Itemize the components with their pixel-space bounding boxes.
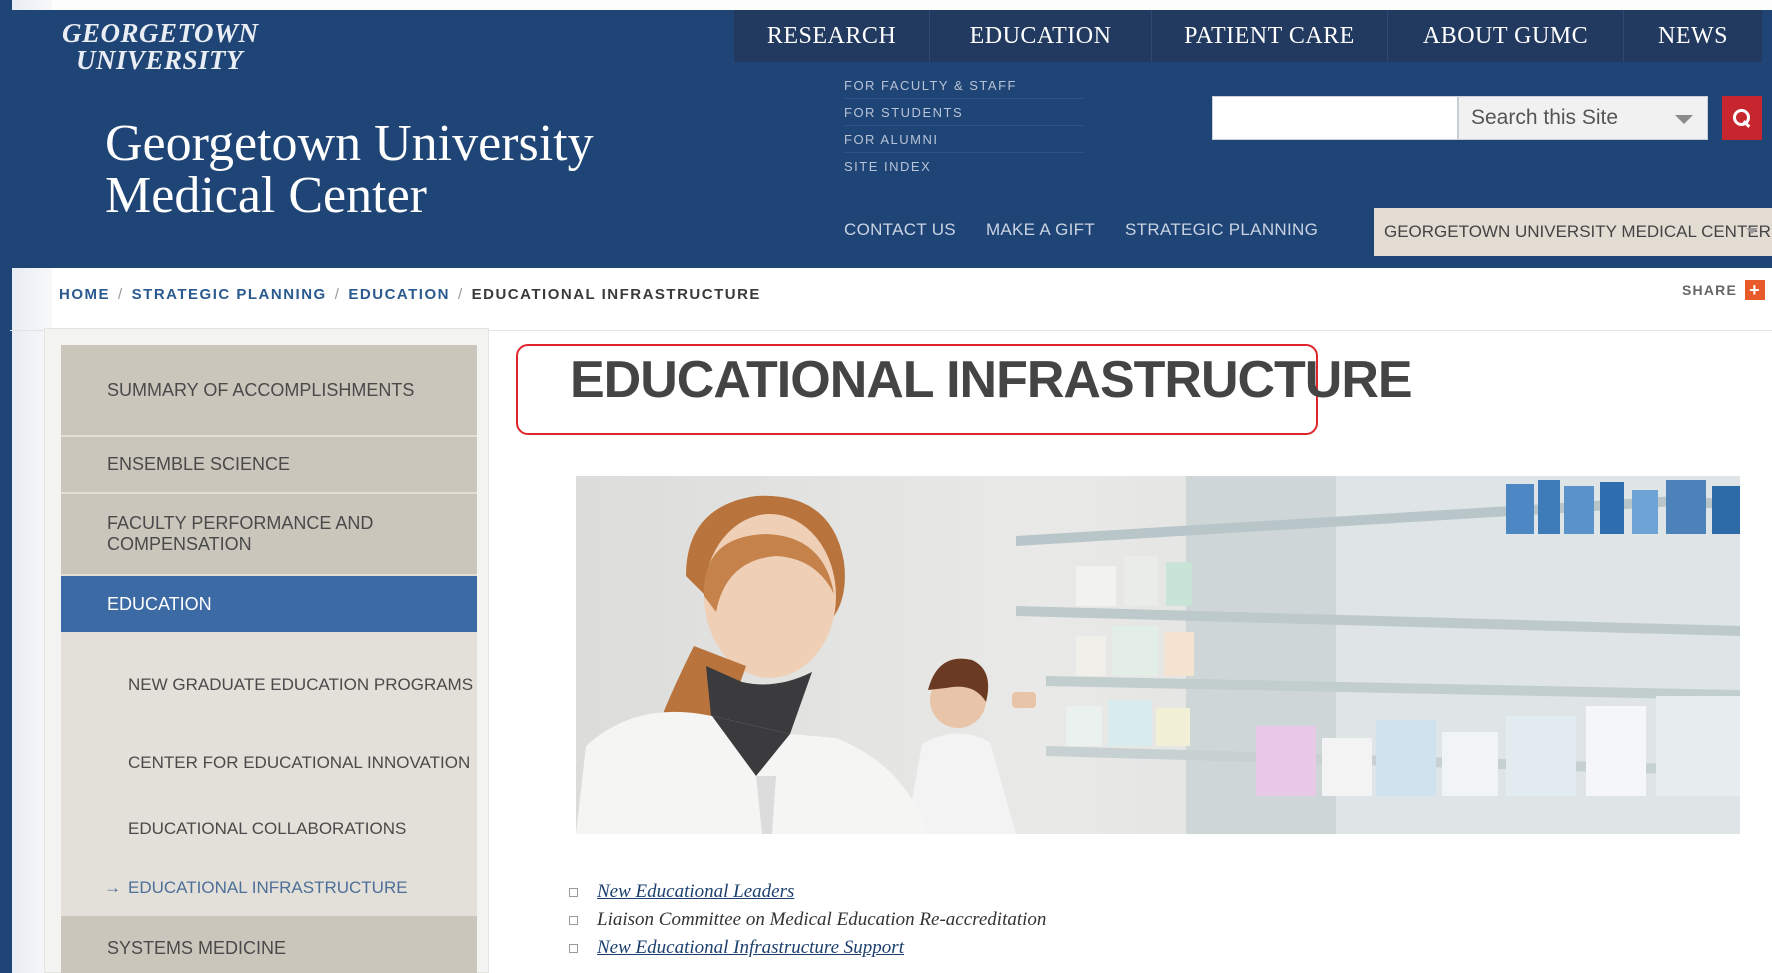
bullet-icon (569, 887, 578, 897)
top-strip (0, 0, 1772, 10)
nav-research[interactable]: RESEARCH (734, 10, 930, 62)
chevron-down-icon (1746, 228, 1758, 234)
education-links-list: New Educational Leaders Liaison Committe… (568, 878, 1268, 962)
search-button[interactable] (1722, 96, 1762, 140)
site-selector-label: GEORGETOWN UNIVERSITY MEDICAL CENTER (1384, 222, 1771, 241)
sidebar-nav: SUMMARY OF ACCOMPLISHMENTS ENSEMBLE SCIE… (61, 345, 477, 973)
breadcrumb-home[interactable]: HOME (59, 286, 110, 303)
hero-illustration (576, 476, 1740, 834)
list-item: New Educational Leaders (568, 878, 1268, 906)
nav-education[interactable]: EDUCATION (930, 10, 1152, 62)
utility-site-index[interactable]: SITE INDEX (844, 153, 1084, 180)
sidebar-item-ensemble-science[interactable]: ENSEMBLE SCIENCE (61, 437, 477, 494)
sidebar-item-systems-medicine[interactable]: SYSTEMS MEDICINE (61, 916, 477, 973)
search-input[interactable] (1212, 96, 1458, 140)
list-item: Liaison Committee on Medical Education R… (568, 906, 1268, 934)
top-navigation: RESEARCH EDUCATION PATIENT CARE ABOUT GU… (734, 10, 1762, 62)
nav-news[interactable]: NEWS (1624, 10, 1762, 62)
site-title-line-1: Georgetown University (105, 115, 594, 172)
search-scope-select[interactable]: Search this Site (1458, 96, 1708, 140)
quick-links: CONTACT US MAKE A GIFT STRATEGIC PLANNIN… (844, 220, 1318, 240)
nav-patient-care[interactable]: PATIENT CARE (1152, 10, 1388, 62)
breadcrumb-separator: / (457, 286, 464, 303)
text-lcme-reaccreditation: Liaison Committee on Medical Education R… (597, 909, 1047, 930)
georgetown-logo[interactable]: GEORGETOWN UNIVERSITY (62, 20, 259, 74)
nav-about-gumc[interactable]: ABOUT GUMC (1388, 10, 1624, 62)
logo-line-1: GEORGETOWN (62, 18, 259, 48)
breadcrumb-separator: / (334, 286, 341, 303)
sidebar-subitem-label: EDUCATIONAL INFRASTRUCTURE (128, 877, 408, 897)
sidebar-item-education[interactable]: EDUCATION (61, 576, 477, 634)
bullet-icon (569, 915, 578, 925)
site-title-line-2: Medical Center (105, 167, 427, 224)
search-icon (1733, 109, 1751, 127)
share-label: SHARE (1682, 282, 1738, 298)
breadcrumb-separator: / (118, 286, 124, 303)
breadcrumb: HOME / STRATEGIC PLANNING / EDUCATION / … (59, 286, 761, 303)
link-new-educational-leaders[interactable]: New Educational Leaders (597, 881, 794, 903)
sidebar-subitem-educational-infrastructure[interactable]: → EDUCATIONAL INFRASTRUCTURE (61, 858, 477, 916)
chevron-down-icon (1675, 115, 1693, 124)
sidebar-subitem-educational-collaborations[interactable]: EDUCATIONAL COLLABORATIONS (61, 798, 477, 858)
arrow-right-icon: → (104, 878, 121, 897)
link-new-educational-infrastructure-support[interactable]: New Educational Infrastructure Support (597, 937, 904, 959)
breadcrumb-strategic-planning[interactable]: STRATEGIC PLANNING (132, 286, 327, 303)
plus-icon: + (1745, 280, 1766, 300)
search-scope-label: Search this Site (1471, 106, 1619, 129)
utility-students[interactable]: FOR STUDENTS (844, 99, 1084, 126)
breadcrumb-current: EDUCATIONAL INFRASTRUCTURE (471, 286, 761, 303)
sidebar-subitem-center-educational-innovation[interactable]: CENTER FOR EDUCATIONAL INNOVATION (61, 726, 477, 798)
utility-alumni[interactable]: FOR ALUMNI (844, 126, 1084, 153)
page-title: EDUCATIONAL INFRASTRUCTURE (570, 351, 1413, 409)
site-title[interactable]: Georgetown University Medical Center (105, 118, 594, 222)
bullet-icon (569, 943, 578, 953)
sidebar-item-faculty-performance[interactable]: FACULTY PERFORMANCE AND COMPENSATION (61, 494, 477, 576)
make-a-gift-link[interactable]: MAKE A GIFT (986, 220, 1095, 240)
utility-faculty-staff[interactable]: FOR FACULTY & STAFF (844, 72, 1084, 99)
strategic-planning-link[interactable]: STRATEGIC PLANNING (1125, 220, 1318, 240)
contact-us-link[interactable]: CONTACT US (844, 220, 956, 240)
share-button[interactable]: SHARE + (1682, 280, 1766, 300)
sidebar-item-summary-of-accomplishments[interactable]: SUMMARY OF ACCOMPLISHMENTS (61, 345, 477, 437)
site-selector[interactable]: GEORGETOWN UNIVERSITY MEDICAL CENTER (1374, 208, 1772, 256)
sidebar-subitem-new-graduate-programs[interactable]: NEW GRADUATE EDUCATION PROGRAMS (61, 634, 477, 726)
logo-line-2: UNIVERSITY (76, 45, 244, 75)
list-item: New Educational Infrastructure Support (568, 934, 1268, 962)
breadcrumb-education[interactable]: EDUCATION (348, 286, 450, 303)
hero-image-pharmacy (576, 476, 1740, 834)
utility-links: FOR FACULTY & STAFF FOR STUDENTS FOR ALU… (844, 72, 1084, 180)
